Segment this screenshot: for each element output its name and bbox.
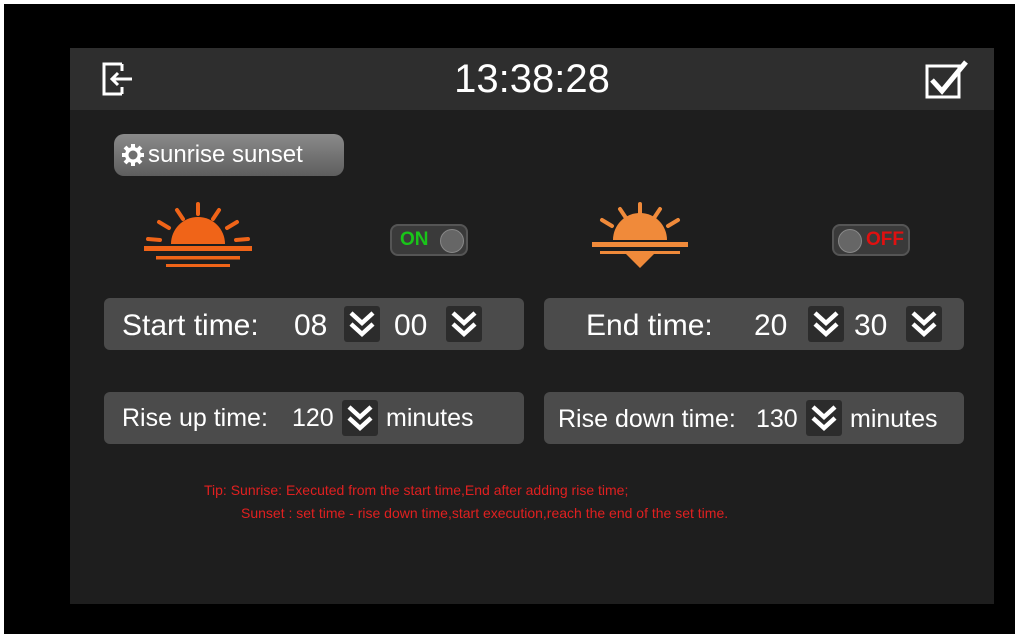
mode-button[interactable]: sunrise sunset bbox=[114, 134, 344, 176]
rise-down-panel: Rise down time: 130 minutes bbox=[544, 392, 964, 444]
double-chevron-down-icon bbox=[347, 405, 373, 432]
start-minute-dropdown[interactable] bbox=[446, 306, 482, 342]
start-time-panel: Start time: 08 00 bbox=[104, 298, 524, 350]
tip-line-2: Sunset : set time - rise down time,start… bbox=[241, 505, 729, 521]
exit-icon[interactable] bbox=[100, 60, 136, 98]
start-time-label: Start time: bbox=[122, 309, 259, 342]
rise-down-value: 130 bbox=[756, 405, 798, 433]
double-chevron-down-icon bbox=[811, 405, 837, 432]
rise-down-label: Rise down time: bbox=[558, 405, 736, 433]
end-hour-value: 20 bbox=[754, 309, 788, 342]
tip-line-1: Tip: Sunrise: Executed from the start ti… bbox=[204, 482, 629, 498]
double-chevron-down-icon bbox=[349, 311, 375, 338]
device-frame: 13:38:28 sunrise sunset ON OFF Start tim… bbox=[4, 4, 1015, 634]
screen: 13:38:28 sunrise sunset ON OFF Start tim… bbox=[70, 48, 994, 604]
end-time-panel: End time: 20 30 bbox=[544, 298, 964, 350]
rise-up-unit: minutes bbox=[386, 404, 474, 432]
sunrise-toggle[interactable]: ON bbox=[390, 224, 468, 256]
end-hour-dropdown[interactable] bbox=[808, 306, 844, 342]
sunrise-icon bbox=[144, 202, 252, 267]
gear-icon bbox=[122, 144, 144, 166]
toggle-knob bbox=[440, 229, 464, 253]
sunset-toggle-label: OFF bbox=[866, 229, 904, 250]
end-minute-value: 30 bbox=[854, 309, 888, 342]
clock: 13:38:28 bbox=[454, 57, 610, 101]
rise-up-panel: Rise up time: 120 minutes bbox=[104, 392, 524, 444]
rise-up-dropdown[interactable] bbox=[342, 400, 378, 436]
rise-down-dropdown[interactable] bbox=[806, 400, 842, 436]
double-chevron-down-icon bbox=[911, 311, 937, 338]
end-time-label: End time: bbox=[586, 309, 713, 342]
double-chevron-down-icon bbox=[451, 311, 477, 338]
sunrise-toggle-label: ON bbox=[400, 229, 429, 250]
rise-up-label: Rise up time: bbox=[122, 404, 268, 432]
toggle-knob bbox=[838, 229, 862, 253]
sunset-icon bbox=[592, 202, 688, 268]
start-hour-dropdown[interactable] bbox=[344, 306, 380, 342]
double-chevron-down-icon bbox=[813, 311, 839, 338]
top-bar: 13:38:28 bbox=[70, 48, 994, 110]
mode-button-label: sunrise sunset bbox=[148, 141, 303, 168]
start-minute-value: 00 bbox=[394, 309, 428, 342]
end-minute-dropdown[interactable] bbox=[906, 306, 942, 342]
start-hour-value: 08 bbox=[294, 309, 328, 342]
rise-down-unit: minutes bbox=[850, 405, 938, 433]
sunset-toggle[interactable]: OFF bbox=[832, 224, 910, 256]
rise-up-value: 120 bbox=[292, 404, 334, 432]
checkbox-check-icon[interactable] bbox=[924, 58, 968, 100]
